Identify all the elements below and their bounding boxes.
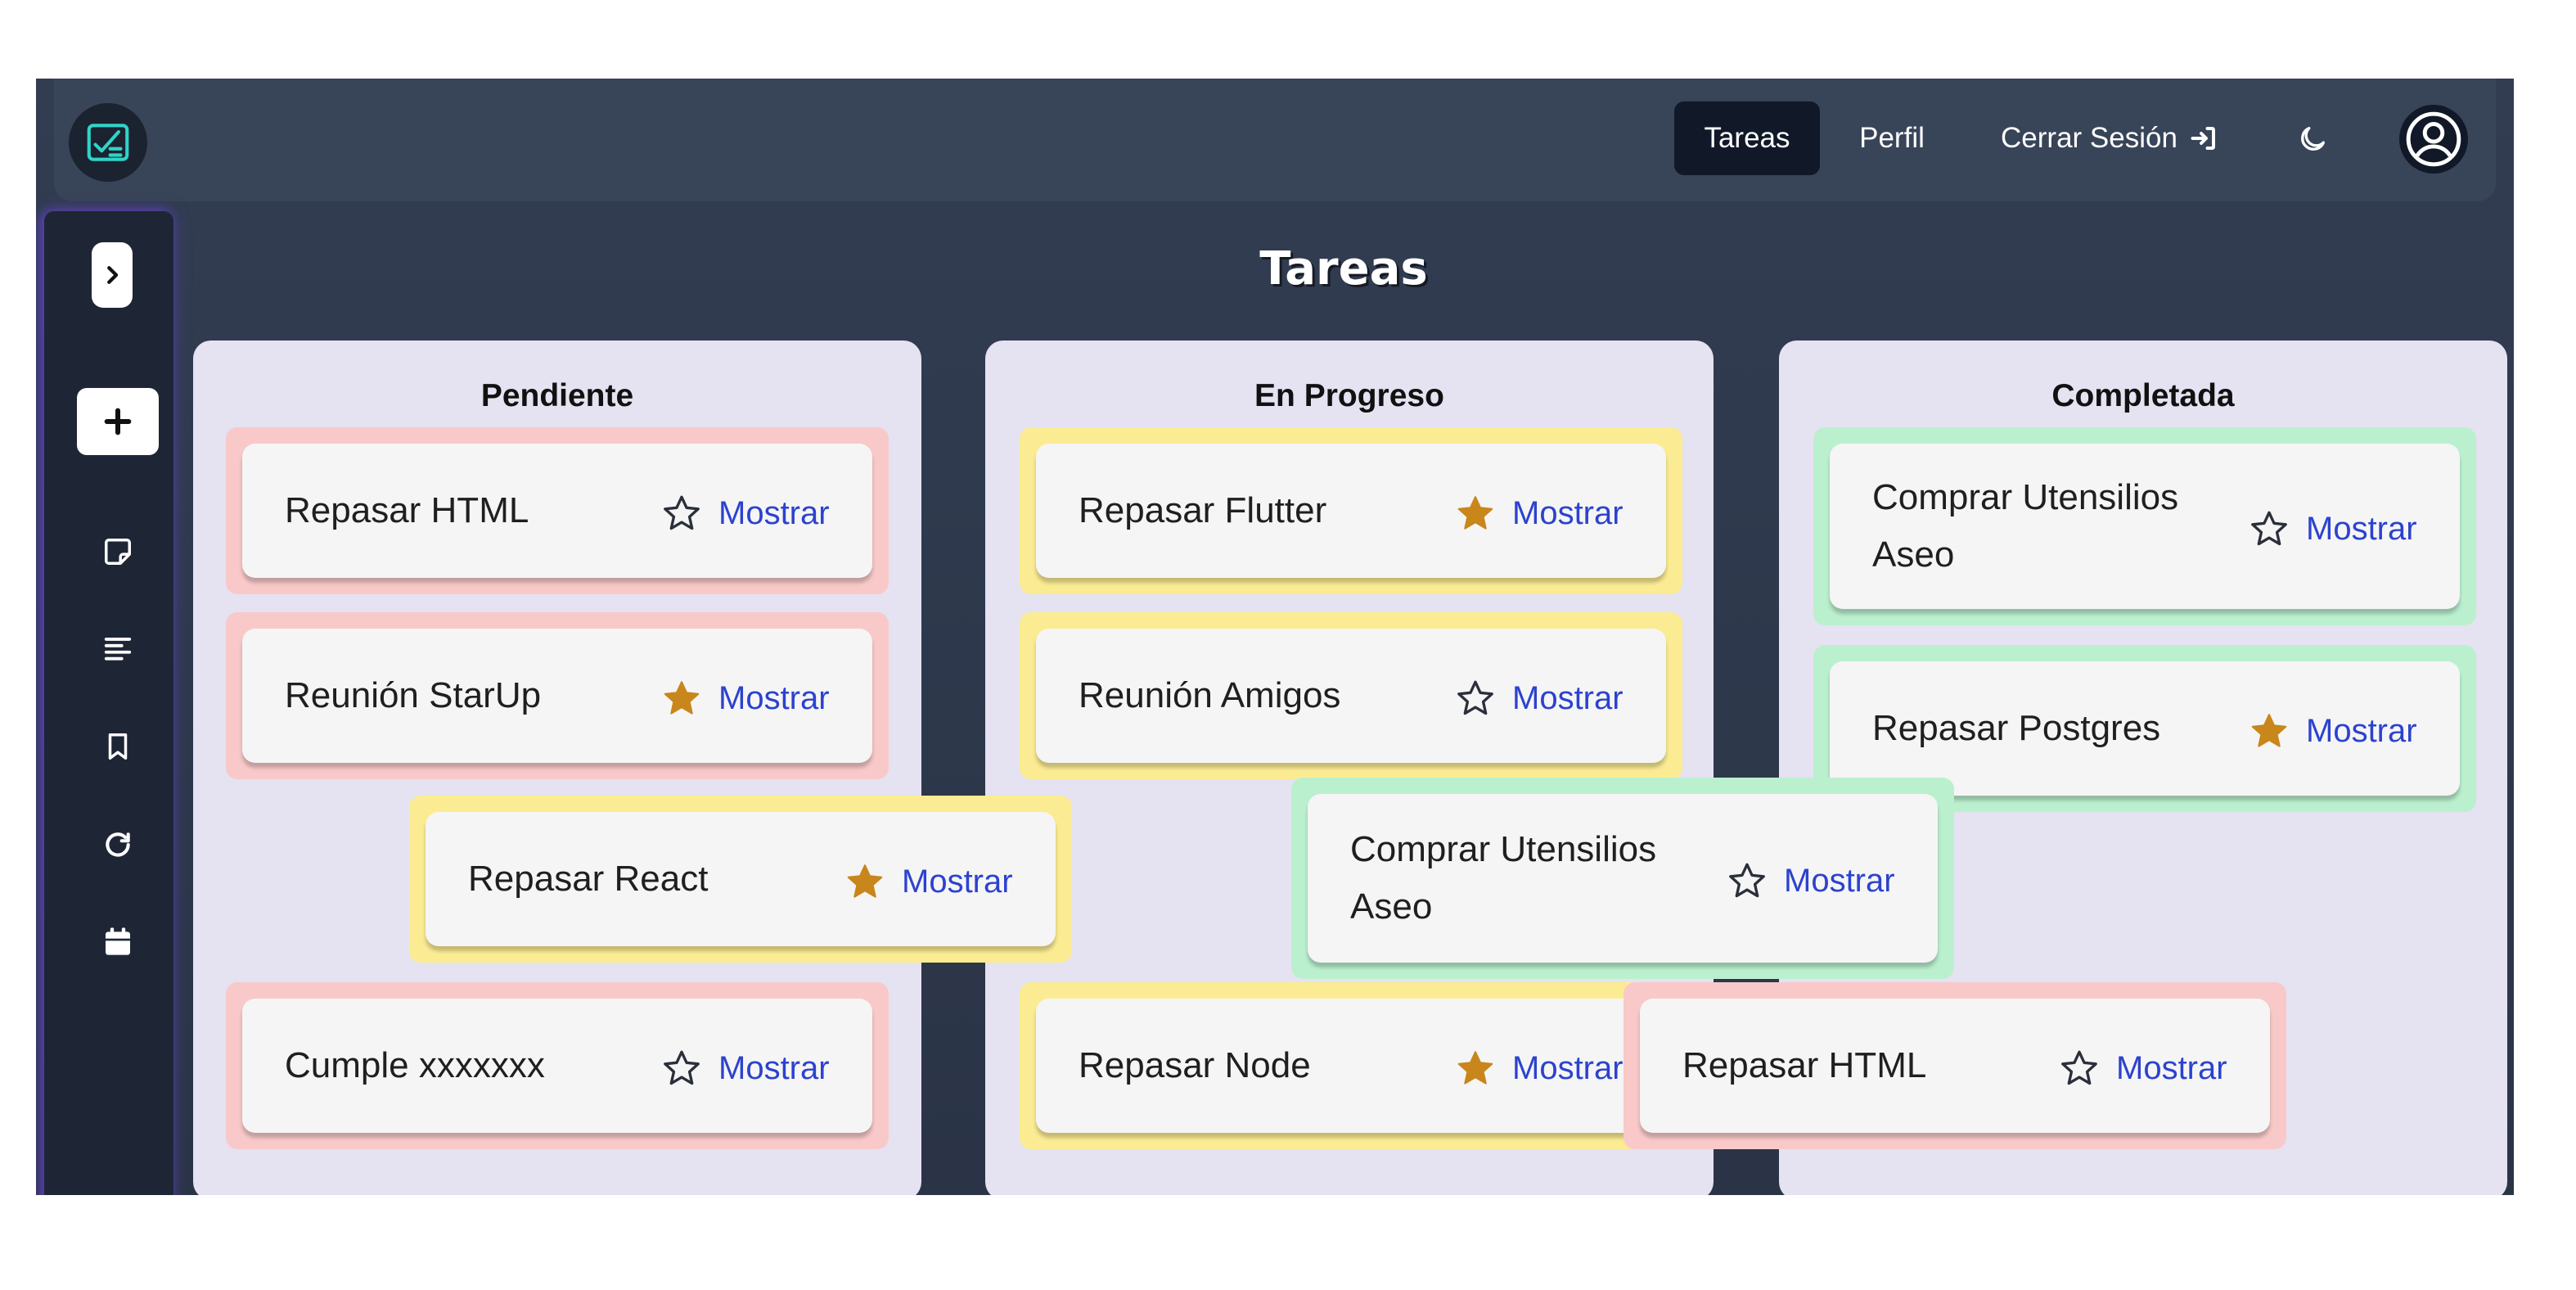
task-card-wrapper: Cumple xxxxxxx Mostrar <box>226 982 889 1149</box>
task-title: Repasar Node <box>1079 1045 1311 1085</box>
app-window: Tareas Perfil Cerrar Sesión Tareas Pendi… <box>36 79 2514 1195</box>
show-task-link[interactable]: Mostrar <box>902 864 1013 900</box>
page-title: Tareas <box>1259 242 1428 295</box>
sticky-note-icon <box>105 539 131 565</box>
task-card[interactable]: Comprar Utensilios Aseo Mostrar <box>1308 794 1938 963</box>
show-task-link[interactable]: Mostrar <box>1512 495 1624 532</box>
task-card-wrapper: Repasar Flutter Mostrar <box>1020 427 1682 594</box>
task-card[interactable]: Reunión StarUp Mostrar <box>242 629 872 763</box>
sidebar-calendar-button[interactable] <box>98 922 137 961</box>
star-filled-icon[interactable] <box>661 678 702 719</box>
task-title: Comprar Utensilios Aseo <box>1872 477 2179 575</box>
sidebar <box>44 211 173 1195</box>
task-title: Repasar HTML <box>285 490 529 530</box>
show-task-link[interactable]: Mostrar <box>2306 511 2417 548</box>
star-outline-icon[interactable] <box>2249 508 2290 549</box>
bookmark-icon <box>108 733 128 760</box>
logout-label: Cerrar Sesión <box>2001 122 2177 154</box>
task-title: Reunión Amigos <box>1079 675 1341 715</box>
show-task-link[interactable]: Mostrar <box>718 680 830 717</box>
show-task-link[interactable]: Mostrar <box>1512 680 1624 717</box>
plus-icon <box>104 408 132 435</box>
task-card-wrapper: Reunión Amigos Mostrar <box>1020 612 1682 779</box>
task-title: Repasar HTML <box>1682 1045 1927 1085</box>
chevron-right-icon <box>107 266 119 284</box>
align-left-icon <box>104 638 132 661</box>
task-card[interactable]: Repasar Postgres Mostrar <box>1830 661 2460 796</box>
star-filled-icon[interactable] <box>1455 1048 1496 1089</box>
task-title: Cumple xxxxxxx <box>285 1045 545 1085</box>
task-card-wrapper: Comprar Utensilios Aseo Mostrar <box>1813 427 2476 625</box>
task-title: Repasar Flutter <box>1079 490 1327 530</box>
column-title: Pendiente <box>480 378 634 413</box>
top-navbar: Tareas Perfil Cerrar Sesión <box>54 79 2496 201</box>
show-task-link[interactable]: Mostrar <box>718 1050 830 1087</box>
star-outline-icon[interactable] <box>1727 860 1768 901</box>
task-card[interactable]: Repasar HTML Mostrar <box>1640 999 2270 1133</box>
task-card-wrapper: Repasar Node Mostrar <box>1020 982 1682 1149</box>
task-card-wrapper: Comprar Utensilios Aseo Mostrar <box>1291 778 1954 979</box>
task-card[interactable]: Repasar React Mostrar <box>426 812 1056 946</box>
show-task-link[interactable]: Mostrar <box>1784 863 1895 900</box>
show-task-link[interactable]: Mostrar <box>1512 1050 1624 1087</box>
task-card[interactable]: Repasar Node Mostrar <box>1036 999 1666 1133</box>
sidebar-list-button[interactable] <box>98 629 137 668</box>
task-card[interactable]: Cumple xxxxxxx Mostrar <box>242 999 872 1133</box>
calendar-icon <box>106 927 130 955</box>
task-title: Repasar React <box>468 859 709 899</box>
task-card[interactable]: Repasar Flutter Mostrar <box>1036 444 1666 578</box>
star-outline-icon[interactable] <box>2059 1048 2100 1089</box>
nav-perfil-button[interactable]: Perfil <box>1841 101 1943 175</box>
task-card-wrapper: Repasar React Mostrar <box>409 796 1072 963</box>
star-filled-icon[interactable] <box>844 861 885 902</box>
task-card-wrapper: Repasar HTML Mostrar <box>226 427 889 594</box>
star-filled-icon[interactable] <box>1455 493 1496 534</box>
star-outline-icon[interactable] <box>1455 678 1496 719</box>
task-card[interactable]: Repasar HTML Mostrar <box>242 444 872 578</box>
theme-toggle-button[interactable] <box>2281 108 2344 170</box>
sign-out-icon <box>2191 127 2215 150</box>
add-task-button[interactable] <box>77 388 159 455</box>
moon-icon <box>2301 127 2325 151</box>
sidebar-notes-button[interactable] <box>98 532 137 571</box>
sidebar-refresh-button[interactable] <box>98 825 137 864</box>
show-task-link[interactable]: Mostrar <box>2116 1050 2227 1087</box>
task-title: Comprar Utensilios Aseo <box>1350 829 1657 927</box>
sidebar-toggle-button[interactable] <box>92 242 133 308</box>
nav-tareas-button[interactable]: Tareas <box>1674 101 1820 175</box>
nav-tareas-label: Tareas <box>1704 122 1790 154</box>
star-filled-icon[interactable] <box>2249 710 2290 751</box>
task-title: Reunión StarUp <box>285 675 542 715</box>
task-card[interactable]: Comprar Utensilios Aseo Mostrar <box>1830 444 2460 609</box>
logout-button[interactable]: Cerrar Sesión <box>1987 101 2232 175</box>
refresh-icon <box>106 832 130 857</box>
show-task-link[interactable]: Mostrar <box>718 495 830 532</box>
column-title: Completada <box>2051 378 2235 413</box>
task-card-wrapper: Reunión StarUp Mostrar <box>226 612 889 779</box>
task-check-icon <box>87 124 129 161</box>
sidebar-bookmark-button[interactable] <box>98 727 137 766</box>
column-title: En Progreso <box>1254 378 1444 413</box>
star-outline-icon[interactable] <box>661 1048 702 1089</box>
profile-avatar-button[interactable] <box>2399 105 2468 174</box>
logo[interactable] <box>69 103 147 182</box>
user-circle-icon <box>2406 111 2461 167</box>
star-outline-icon[interactable] <box>661 493 702 534</box>
task-title: Repasar Postgres <box>1872 708 2161 748</box>
task-card-wrapper: Repasar HTML Mostrar <box>1624 982 2286 1149</box>
nav-perfil-label: Perfil <box>1859 122 1925 154</box>
task-card[interactable]: Reunión Amigos Mostrar <box>1036 629 1666 763</box>
show-task-link[interactable]: Mostrar <box>2306 713 2417 750</box>
